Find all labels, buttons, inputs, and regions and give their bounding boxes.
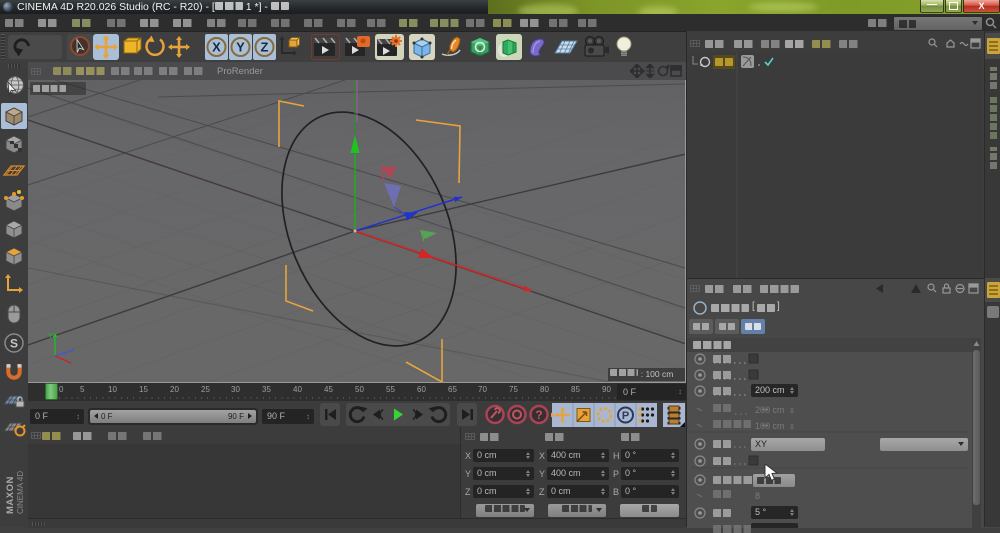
svg-text:?: ? — [535, 408, 542, 422]
svg-text:S: S — [10, 337, 18, 351]
svg-text:P: P — [622, 410, 629, 422]
svg-text:Y: Y — [48, 333, 53, 340]
svg-text:CINEMA 4D: CINEMA 4D — [16, 471, 25, 514]
svg-text:MAXON: MAXON — [5, 476, 16, 514]
